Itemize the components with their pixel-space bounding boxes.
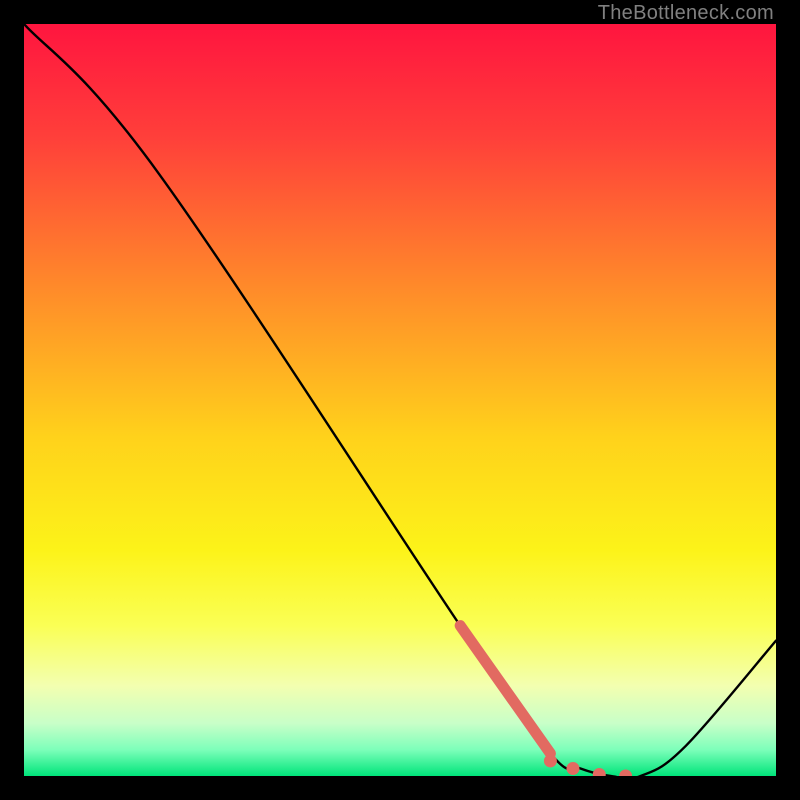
highlight-dot (566, 762, 579, 775)
highlight-dot (544, 754, 557, 767)
gradient-background (24, 24, 776, 776)
bottleneck-chart (24, 24, 776, 776)
watermark-text: TheBottleneck.com (598, 2, 774, 25)
